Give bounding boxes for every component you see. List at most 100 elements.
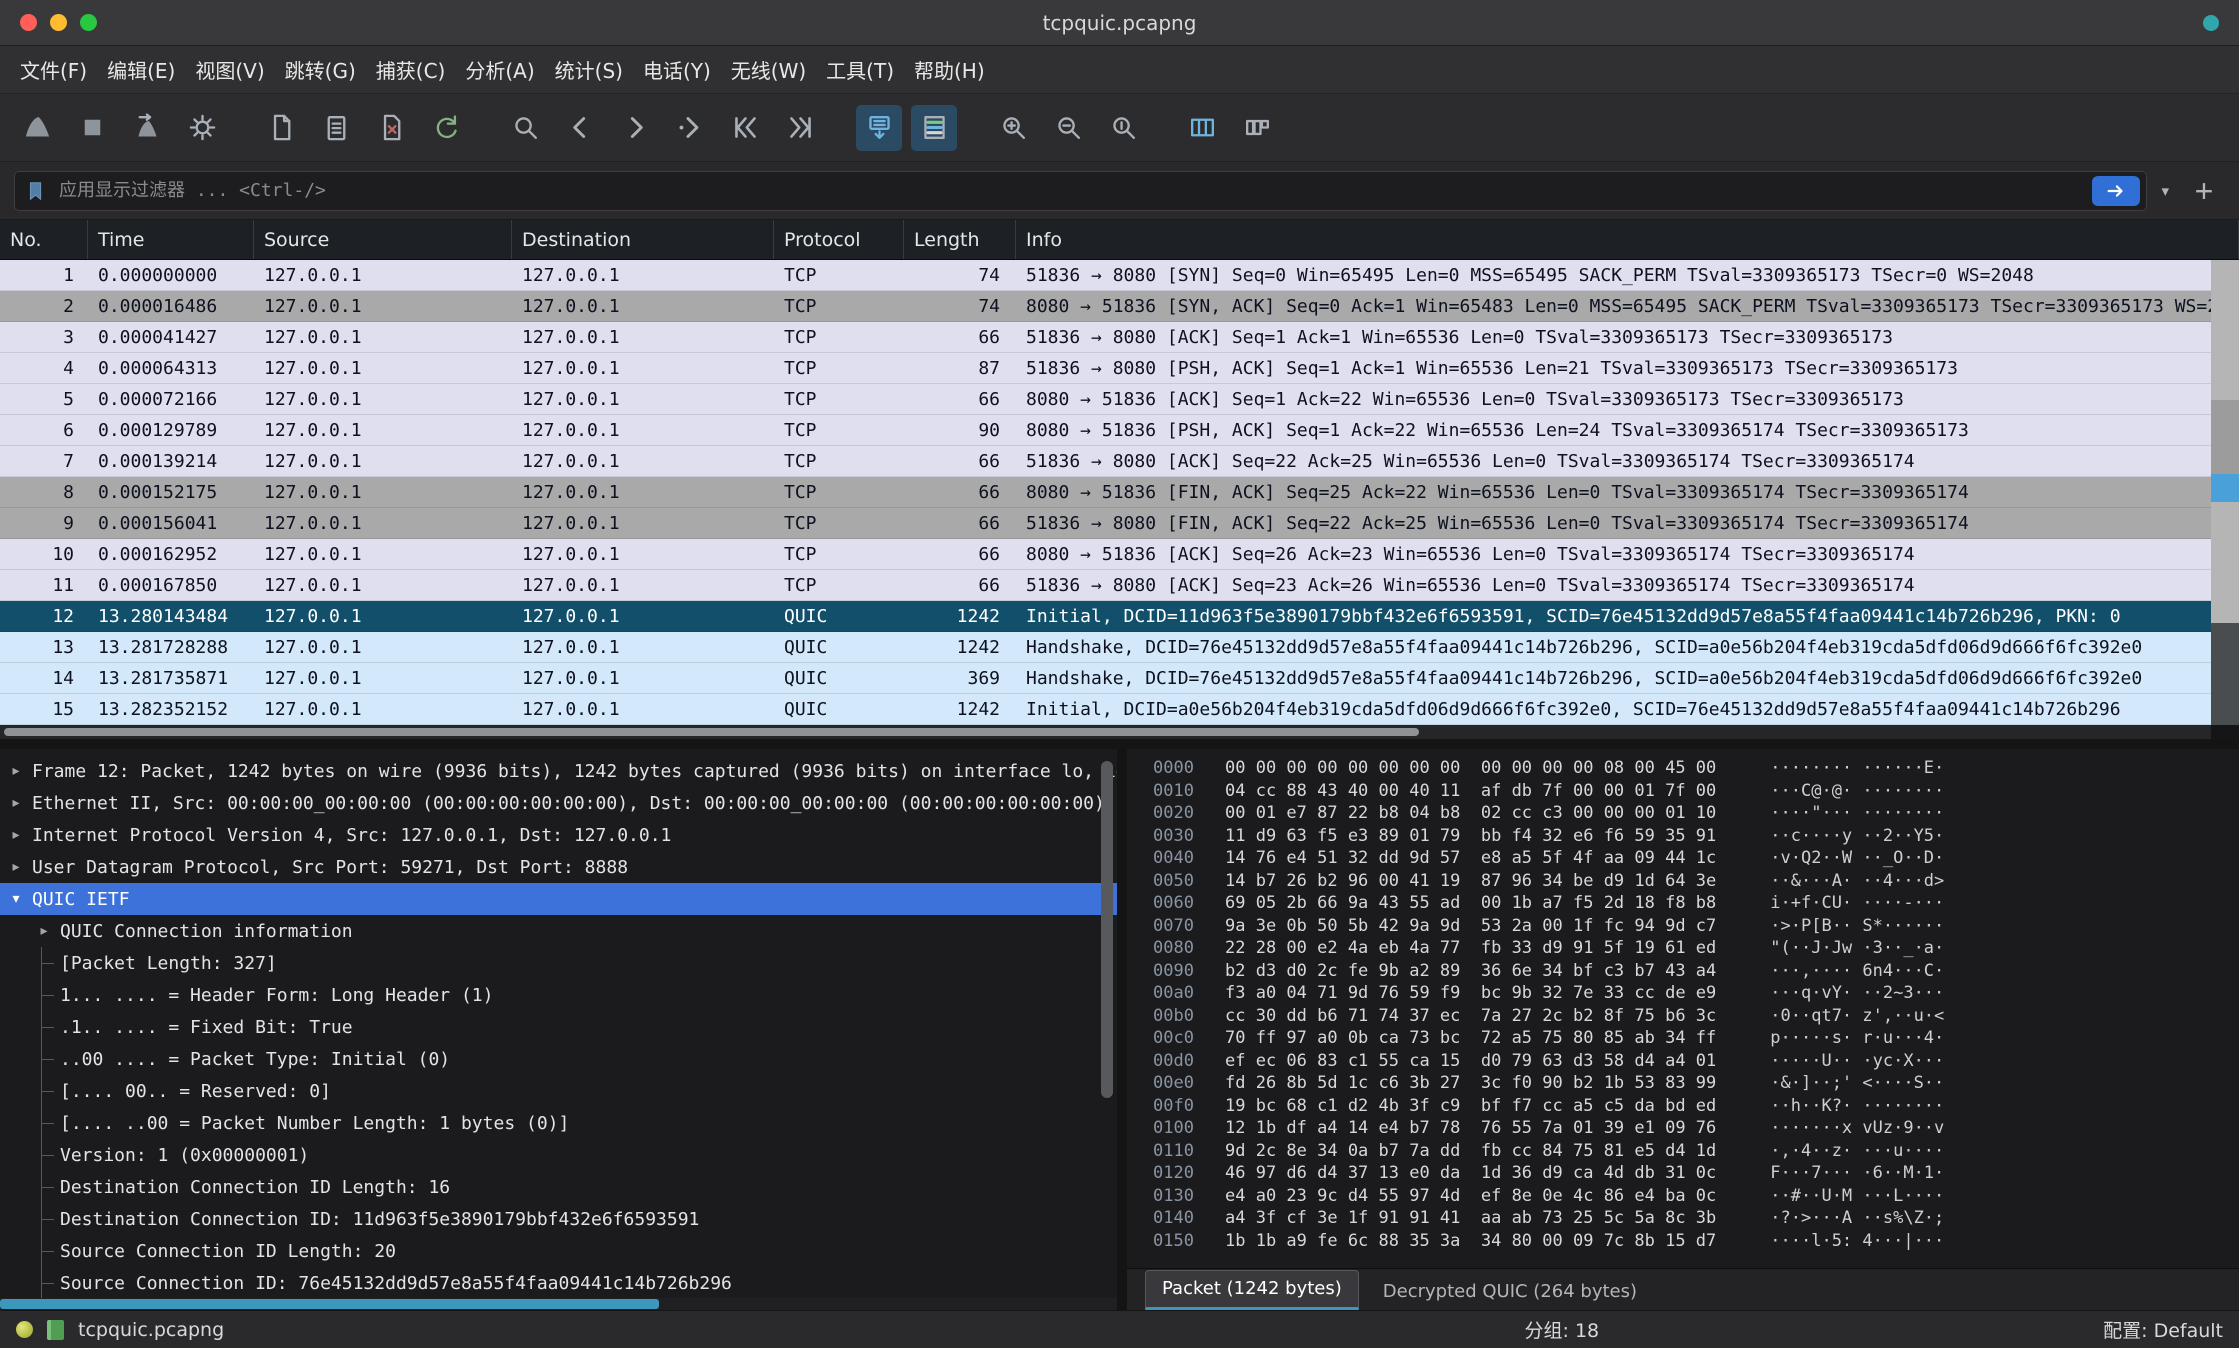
column-header[interactable]: Protocol (774, 220, 904, 259)
detail-line[interactable]: Version: 1 (0x00000001) (0, 1139, 1117, 1171)
detail-line[interactable]: Source Connection ID: 76e45132dd9d57e8a5… (0, 1267, 1117, 1299)
goto-packet-button[interactable] (667, 105, 713, 151)
zoom-out-button[interactable] (1045, 105, 1091, 151)
bookmark-icon[interactable] (25, 180, 47, 202)
detail-line[interactable]: ▸Ethernet II, Src: 00:00:00_00:00:00 (00… (0, 787, 1117, 819)
stop-capture-button[interactable] (69, 105, 115, 151)
hex-row[interactable]: 002000 01 e7 87 22 b8 04 b8 02 cc c3 00 … (1153, 802, 2239, 825)
pane-splitter[interactable] (0, 739, 2239, 749)
packet-row[interactable]: 20.000016486127.0.0.1127.0.0.1TCP748080 … (0, 291, 2211, 322)
packet-row[interactable]: 1413.281735871127.0.0.1127.0.0.1QUIC369H… (0, 663, 2211, 694)
hex-row[interactable]: 006069 05 2b 66 9a 43 55 ad 00 1b a7 f5 … (1153, 892, 2239, 915)
column-header[interactable]: Info (1016, 220, 2239, 259)
hex-row[interactable]: 012046 97 d6 d4 37 13 e0 da 1d 36 d9 ca … (1153, 1162, 2239, 1185)
colorize-button[interactable] (911, 105, 957, 151)
bytes-tab[interactable]: Decrypted QUIC (264 bytes) (1367, 1274, 1653, 1310)
profile-label[interactable]: 配置: Default (2103, 1316, 2223, 1343)
packet-row[interactable]: 40.000064313127.0.0.1127.0.0.1TCP8751836… (0, 353, 2211, 384)
hex-row[interactable]: 0140a4 3f cf 3e 1f 91 91 41 aa ab 73 25 … (1153, 1207, 2239, 1230)
detail-line[interactable]: [.... ..00 = Packet Number Length: 1 byt… (0, 1107, 1117, 1139)
collapse-arrow-icon[interactable]: ▾ (0, 891, 32, 907)
column-header[interactable]: Source (254, 220, 512, 259)
capture-file-properties-icon[interactable] (47, 1320, 64, 1340)
display-filter-box[interactable] (14, 171, 2147, 211)
hex-row[interactable]: 01501b 1b a9 fe 6c 88 35 3a 34 80 00 09 … (1153, 1230, 2239, 1253)
menu-item[interactable]: 跳转(G) (275, 50, 366, 89)
close-file-button[interactable] (368, 105, 414, 151)
detail-line[interactable]: [.... 00.. = Reserved: 0] (0, 1075, 1117, 1107)
first-packet-button[interactable] (722, 105, 768, 151)
expand-arrow-icon[interactable]: ▸ (0, 827, 32, 843)
detail-line[interactable]: [Packet Length: 327] (0, 947, 1117, 979)
zoom-in-button[interactable] (990, 105, 1036, 151)
hex-row[interactable]: 003011 d9 63 f5 e3 89 01 79 bb f4 32 e6 … (1153, 825, 2239, 848)
expand-arrow-icon[interactable]: ▸ (0, 859, 32, 875)
detail-line[interactable]: ▸Internet Protocol Version 4, Src: 127.0… (0, 819, 1117, 851)
column-header[interactable]: Time (88, 220, 254, 259)
column-header[interactable]: Destination (512, 220, 774, 259)
hex-row[interactable]: 00d0ef ec 06 83 c1 55 ca 15 d0 79 63 d3 … (1153, 1050, 2239, 1073)
bytes-tab[interactable]: Packet (1242 bytes) (1145, 1270, 1359, 1310)
detail-line[interactable]: 1... .... = Header Form: Long Header (1) (0, 979, 1117, 1011)
auto-scroll-button[interactable] (856, 105, 902, 151)
detail-line[interactable]: ▾QUIC IETF (0, 883, 1117, 915)
detail-line[interactable]: Destination Connection ID: 11d963f5e3890… (0, 1203, 1117, 1235)
detail-line[interactable]: Destination Connection ID Length: 16 (0, 1171, 1117, 1203)
packet-row[interactable]: 30.000041427127.0.0.1127.0.0.1TCP6651836… (0, 322, 2211, 353)
hex-row[interactable]: 010012 1b df a4 14 e4 b7 78 76 55 7a 01 … (1153, 1117, 2239, 1140)
menu-item[interactable]: 工具(T) (816, 50, 904, 89)
hex-row[interactable]: 00e0fd 26 8b 5d 1c c6 3b 27 3c f0 90 b2 … (1153, 1072, 2239, 1095)
reload-file-button[interactable] (423, 105, 469, 151)
column-header[interactable]: No. (0, 220, 88, 259)
menu-item[interactable]: 编辑(E) (97, 50, 185, 89)
packet-row[interactable]: 70.000139214127.0.0.1127.0.0.1TCP6651836… (0, 446, 2211, 477)
detail-vertical-scrollbar[interactable] (1101, 761, 1113, 1098)
reset-layout-button[interactable] (1234, 105, 1280, 151)
packet-row[interactable]: 90.000156041127.0.0.1127.0.0.1TCP6651836… (0, 508, 2211, 539)
apply-filter-button[interactable] (2092, 176, 2140, 206)
find-packet-button[interactable] (502, 105, 548, 151)
add-filter-button[interactable]: + (2183, 174, 2225, 208)
menu-item[interactable]: 电话(Y) (633, 50, 721, 89)
detail-line[interactable]: ▸Frame 12: Packet, 1242 bytes on wire (9… (0, 755, 1117, 787)
packet-list-vertical-scrollbar[interactable] (2211, 260, 2239, 725)
start-capture-button[interactable] (14, 105, 60, 151)
packet-row[interactable]: 1213.280143484127.0.0.1127.0.0.1QUIC1242… (0, 601, 2211, 632)
last-packet-button[interactable] (777, 105, 823, 151)
detail-line[interactable]: ..00 .... = Packet Type: Initial (0) (0, 1043, 1117, 1075)
resize-columns-button[interactable] (1179, 105, 1225, 151)
hex-row[interactable]: 005014 b7 26 b2 96 00 41 19 87 96 34 be … (1153, 870, 2239, 893)
save-file-button[interactable] (313, 105, 359, 151)
menu-item[interactable]: 文件(F) (10, 50, 97, 89)
packet-row[interactable]: 60.000129789127.0.0.1127.0.0.1TCP908080 … (0, 415, 2211, 446)
detail-line[interactable]: .1.. .... = Fixed Bit: True (0, 1011, 1117, 1043)
menu-item[interactable]: 帮助(H) (904, 50, 995, 89)
detail-line[interactable]: ▸QUIC Connection information (0, 915, 1117, 947)
go-forward-button[interactable] (612, 105, 658, 151)
filter-history-caret[interactable]: ▾ (2159, 182, 2171, 200)
hex-row[interactable]: 004014 76 e4 51 32 dd 9d 57 e8 a5 5f 4f … (1153, 847, 2239, 870)
detail-line[interactable]: ▸User Datagram Protocol, Src Port: 59271… (0, 851, 1117, 883)
hex-row[interactable]: 00709a 3e 0b 50 5b 42 9a 9d 53 2a 00 1f … (1153, 915, 2239, 938)
zoom-reset-button[interactable] (1100, 105, 1146, 151)
packet-list-horizontal-scrollbar[interactable] (0, 725, 2211, 739)
menu-item[interactable]: 分析(A) (455, 50, 544, 89)
expand-arrow-icon[interactable]: ▸ (0, 795, 32, 811)
packet-row[interactable]: 110.000167850127.0.0.1127.0.0.1TCP665183… (0, 570, 2211, 601)
hex-row[interactable]: 0130e4 a0 23 9c d4 55 97 4d ef 8e 0e 4c … (1153, 1185, 2239, 1208)
detail-horizontal-scrollbar[interactable] (0, 1298, 1117, 1310)
menu-item[interactable]: 统计(S) (545, 50, 633, 89)
hex-row[interactable]: 0090b2 d3 d0 2c fe 9b a2 89 36 6e 34 bf … (1153, 960, 2239, 983)
open-file-button[interactable] (258, 105, 304, 151)
expert-info-icon[interactable] (16, 1321, 33, 1338)
packet-row[interactable]: 1513.282352152127.0.0.1127.0.0.1QUIC1242… (0, 694, 2211, 725)
column-header[interactable]: Length (904, 220, 1016, 259)
expand-arrow-icon[interactable]: ▸ (0, 763, 32, 779)
hex-row[interactable]: 01109d 2c 8e 34 0a b7 7a dd fb cc 84 75 … (1153, 1140, 2239, 1163)
hex-row[interactable]: 00c070 ff 97 a0 0b ca 73 bc 72 a5 75 80 … (1153, 1027, 2239, 1050)
hex-row[interactable]: 00f019 bc 68 c1 d2 4b 3f c9 bf f7 cc a5 … (1153, 1095, 2239, 1118)
go-back-button[interactable] (557, 105, 603, 151)
expand-arrow-icon[interactable]: ▸ (28, 923, 60, 939)
packet-list-header[interactable]: No.TimeSourceDestinationProtocolLengthIn… (0, 220, 2239, 260)
packet-row[interactable]: 100.000162952127.0.0.1127.0.0.1TCP668080… (0, 539, 2211, 570)
